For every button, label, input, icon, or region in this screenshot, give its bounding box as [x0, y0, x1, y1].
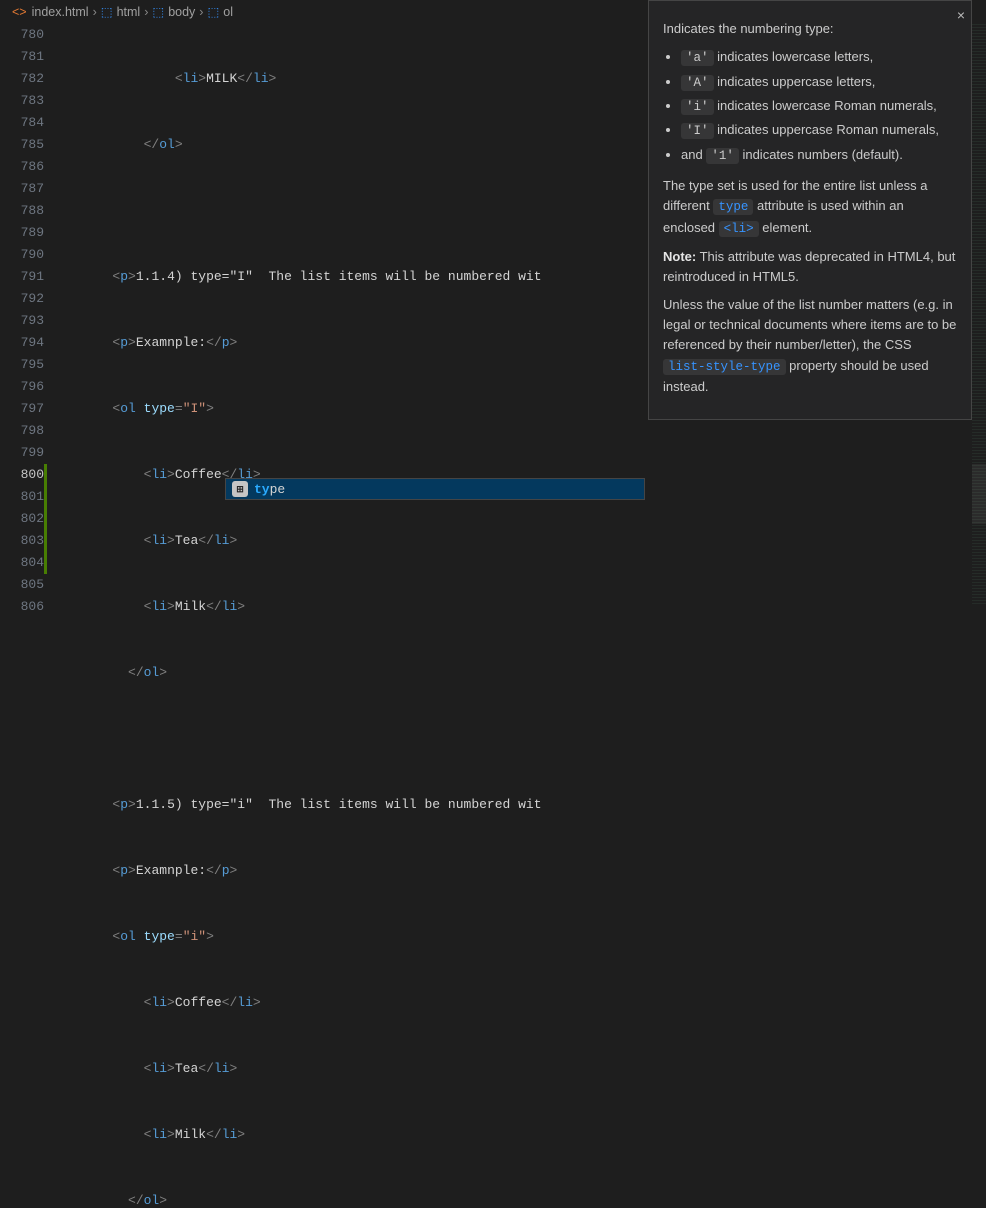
- line-number: 805: [0, 574, 44, 596]
- intellisense-suggest-widget[interactable]: ⊞ type: [225, 478, 645, 500]
- close-icon[interactable]: ×: [957, 5, 965, 27]
- hover-bullet: and '1' indicates numbers (default).: [681, 145, 957, 166]
- suggest-rest: pe: [270, 482, 286, 497]
- line-number: 783: [0, 90, 44, 112]
- line-number: 795: [0, 354, 44, 376]
- line-number: 790: [0, 244, 44, 266]
- hover-bullet: 'i' indicates lowercase Roman numerals,: [681, 96, 957, 117]
- hover-title: Indicates the numbering type:: [663, 19, 957, 39]
- line-number: 789: [0, 222, 44, 244]
- line-number: 781: [0, 46, 44, 68]
- line-number: 803: [0, 530, 44, 552]
- breadcrumb-label: body: [168, 5, 195, 19]
- line-number: 782: [0, 68, 44, 90]
- breadcrumb-file-label: index.html: [32, 5, 89, 19]
- hover-documentation[interactable]: × Indicates the numbering type: 'a' indi…: [648, 0, 972, 420]
- chevron-right-icon: ›: [144, 5, 148, 19]
- field-icon: ⊞: [232, 481, 248, 497]
- line-number: 804: [0, 552, 44, 574]
- breadcrumb-body[interactable]: ⬚ body: [152, 4, 195, 19]
- line-number: 798: [0, 420, 44, 442]
- line-number: 788: [0, 200, 44, 222]
- line-number: 796: [0, 376, 44, 398]
- line-number: 806: [0, 596, 44, 618]
- line-number: 799: [0, 442, 44, 464]
- hover-para: The type set is used for the entire list…: [663, 176, 957, 239]
- breadcrumb-file[interactable]: <> index.html: [12, 5, 89, 19]
- breadcrumb-label: ol: [223, 5, 233, 19]
- line-number: 784: [0, 112, 44, 134]
- html-file-icon: <>: [12, 5, 27, 19]
- minimap[interactable]: [972, 24, 986, 604]
- line-number: 797: [0, 398, 44, 420]
- hover-note: Note: This attribute was deprecated in H…: [663, 247, 957, 287]
- chevron-right-icon: ›: [93, 5, 97, 19]
- hover-bullet: 'I' indicates uppercase Roman numerals,: [681, 120, 957, 141]
- line-number: 802: [0, 508, 44, 530]
- line-number: 792: [0, 288, 44, 310]
- line-number: 794: [0, 332, 44, 354]
- suggest-match: ty: [254, 482, 270, 497]
- breadcrumb-label: html: [117, 5, 141, 19]
- tag-icon: ⬚: [207, 4, 219, 19]
- hover-bullet: 'A' indicates uppercase letters,: [681, 72, 957, 93]
- line-number: 780: [0, 24, 44, 46]
- breadcrumb-html[interactable]: ⬚ html: [101, 4, 140, 19]
- line-number: 786: [0, 156, 44, 178]
- code-content[interactable]: <li>MILK</li> </ol> <p>1.1.4) type="I" T…: [50, 24, 542, 1208]
- breadcrumb-ol[interactable]: ⬚ ol: [207, 4, 233, 19]
- line-number: 791: [0, 266, 44, 288]
- line-number: 787: [0, 178, 44, 200]
- hover-para: Unless the value of the list number matt…: [663, 295, 957, 397]
- line-number: 793: [0, 310, 44, 332]
- tag-icon: ⬚: [152, 4, 164, 19]
- hover-bullet: 'a' indicates lowercase letters,: [681, 47, 957, 68]
- line-number: 785: [0, 134, 44, 156]
- hover-bullet-list: 'a' indicates lowercase letters, 'A' ind…: [663, 47, 957, 166]
- line-number: 801: [0, 486, 44, 508]
- line-number-gutter: 7807817827837847857867877887897907917927…: [0, 24, 44, 618]
- chevron-right-icon: ›: [199, 5, 203, 19]
- tag-icon: ⬚: [101, 4, 113, 19]
- line-number: 800: [0, 464, 44, 486]
- suggest-item-type[interactable]: ⊞ type: [226, 479, 644, 499]
